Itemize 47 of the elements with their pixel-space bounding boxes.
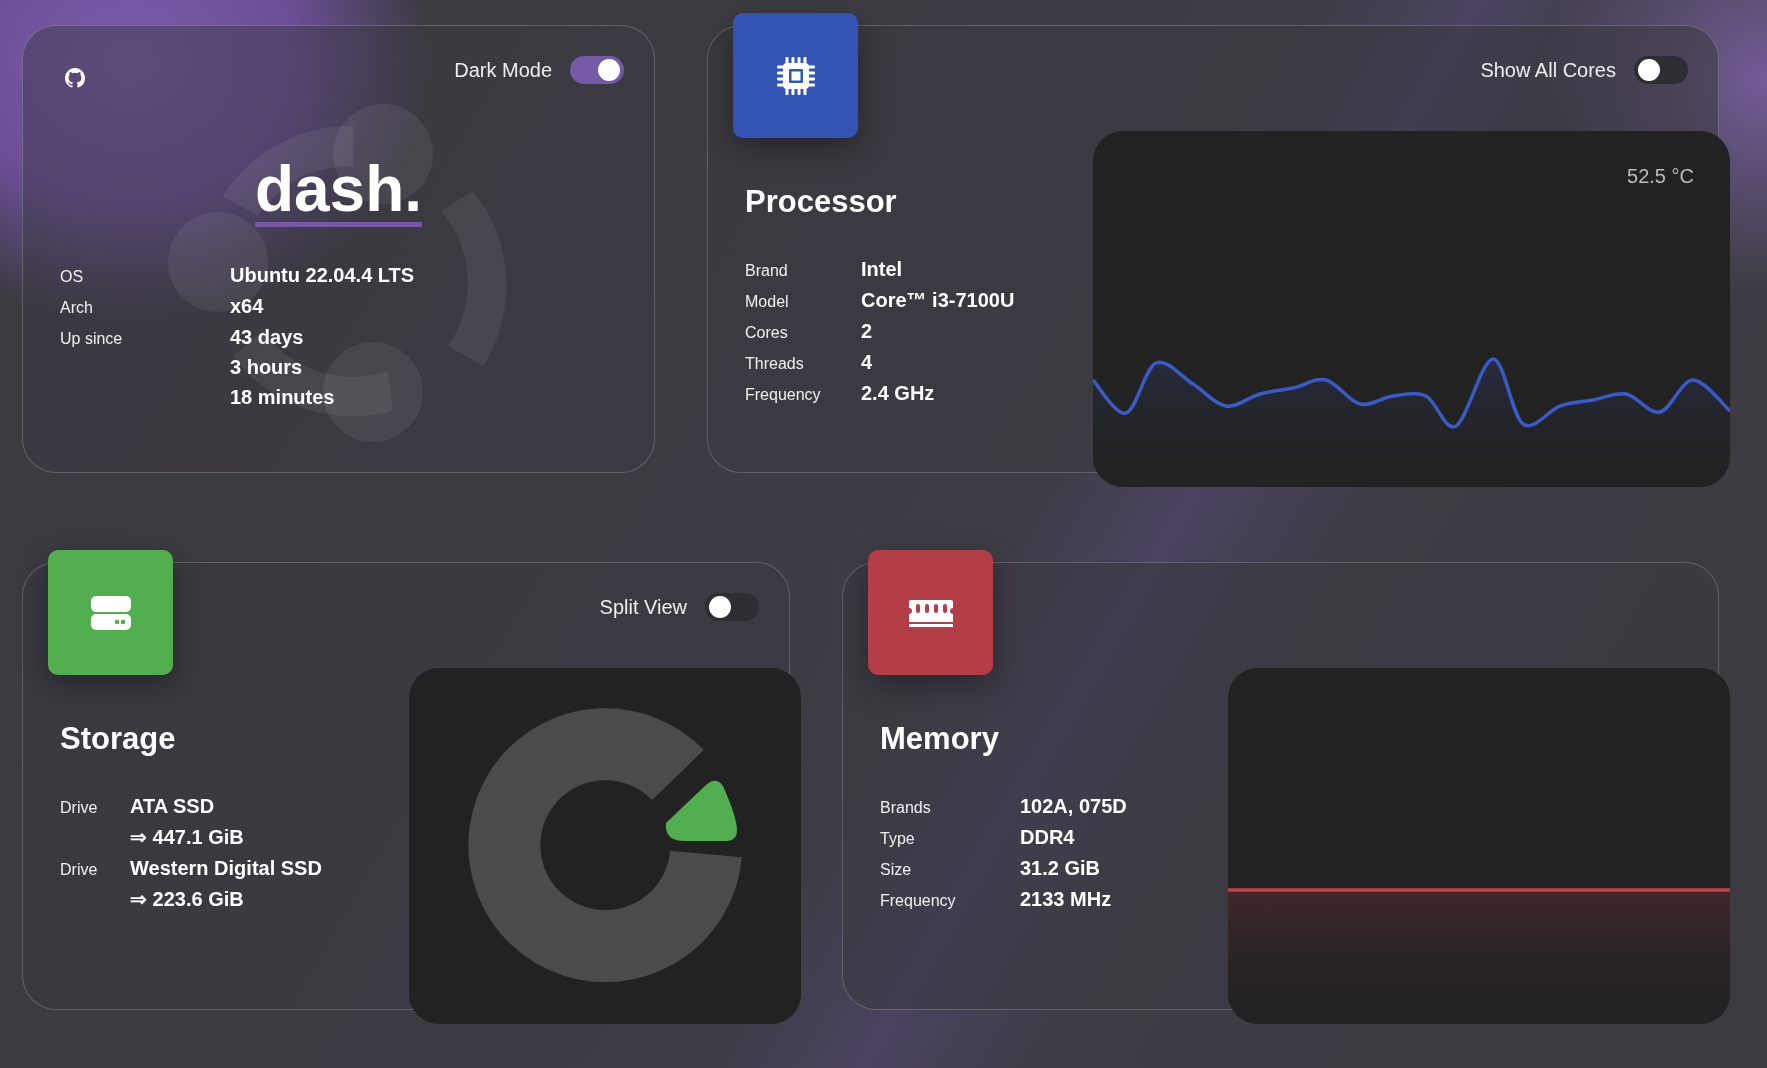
card-title: Processor (745, 184, 897, 220)
toggle-label: Dark Mode (454, 58, 552, 82)
info-value: 3 hours (230, 356, 304, 379)
app-title: dash. (254, 156, 423, 227)
toggle-label: Show All Cores (1480, 58, 1616, 82)
info-value: 43 days (230, 326, 305, 349)
card-title: Memory (880, 721, 999, 757)
info-value: 2133 MHz (1020, 888, 1113, 911)
info-value: ⇒ 223.6 GiB (130, 887, 245, 911)
info-label: Frequency (880, 892, 957, 910)
github-icon[interactable] (65, 68, 85, 88)
info-label: Model (745, 293, 790, 311)
info-value: ⇒ 447.1 GiB (130, 825, 245, 849)
hard-drive-icon (89, 594, 132, 631)
info-value: x64 (230, 295, 265, 318)
info-value: ATA SSD (130, 795, 216, 818)
toggle-label: Split View (599, 595, 687, 619)
info-value: 2 (861, 320, 874, 343)
info-label: Cores (745, 324, 789, 342)
info-label: Brands (880, 799, 932, 817)
info-label: Arch (60, 299, 94, 317)
info-value: 2.4 GHz (861, 382, 936, 405)
info-label: Size (880, 861, 913, 879)
toggle-switch[interactable] (705, 593, 759, 621)
info-label: Drive (60, 861, 99, 879)
info-value: 18 minutes (230, 386, 336, 409)
info-label: Frequency (745, 386, 822, 404)
info-label: Type (880, 830, 916, 848)
card-title: Storage (60, 721, 176, 757)
info-value: DDR4 (1020, 826, 1076, 849)
info-label: Threads (745, 355, 805, 373)
info-label: OS (60, 268, 85, 286)
info-label: Brand (745, 262, 789, 280)
toggle-switch[interactable] (570, 56, 624, 84)
info-value: 4 (861, 351, 874, 374)
info-value: 31.2 GiB (1020, 857, 1102, 880)
processor-chip-icon (774, 54, 817, 97)
temperature-reading: 52.5 °C (1627, 165, 1694, 188)
info-value: 102A, 075D (1020, 795, 1127, 818)
info-value: Core™ i3-7100U (861, 289, 1015, 312)
info-value: Intel (861, 258, 904, 281)
info-value: Western Digital SSD (130, 857, 322, 880)
info-label: Up since (60, 330, 124, 348)
memory-module-icon (907, 597, 954, 628)
info-label: Drive (60, 799, 99, 817)
info-value: Ubuntu 22.04.4 LTS (230, 264, 415, 287)
toggle-switch[interactable] (1634, 56, 1688, 84)
